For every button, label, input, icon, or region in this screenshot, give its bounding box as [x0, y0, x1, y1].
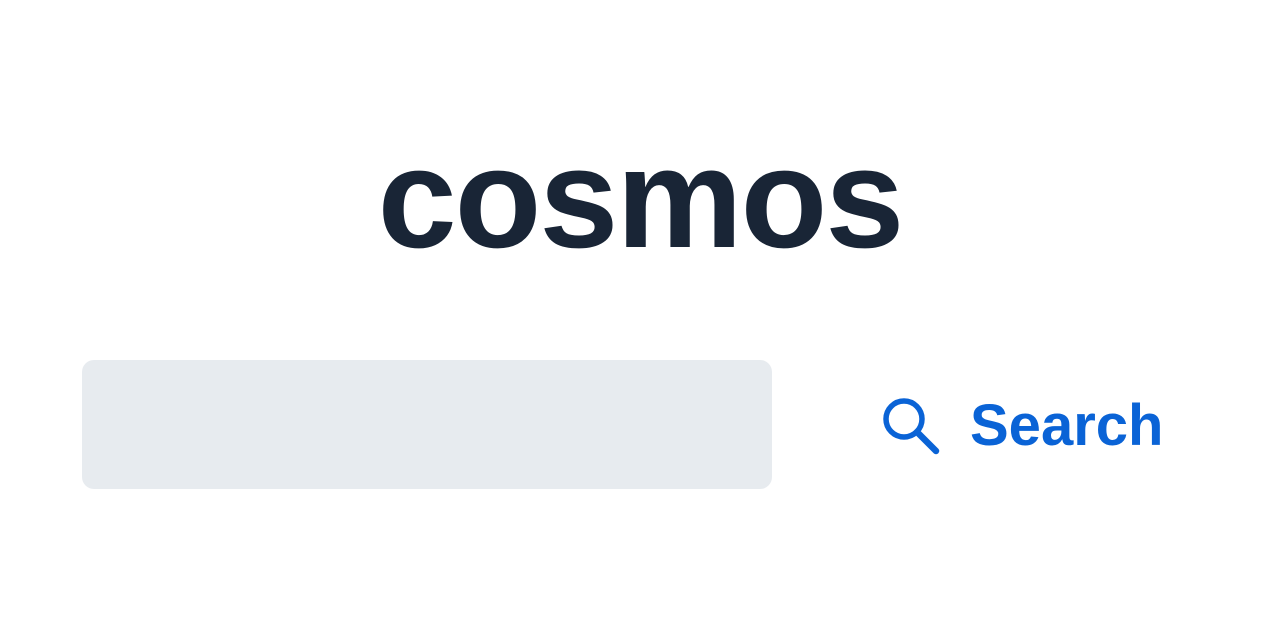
search-button-label: Search — [970, 393, 1164, 458]
search-page: cosmos Search — [0, 0, 1280, 640]
search-icon — [883, 398, 940, 455]
search-button[interactable]: Search — [872, 380, 1171, 472]
brand-logo: cosmos — [377, 119, 905, 278]
search-input[interactable] — [82, 360, 772, 489]
